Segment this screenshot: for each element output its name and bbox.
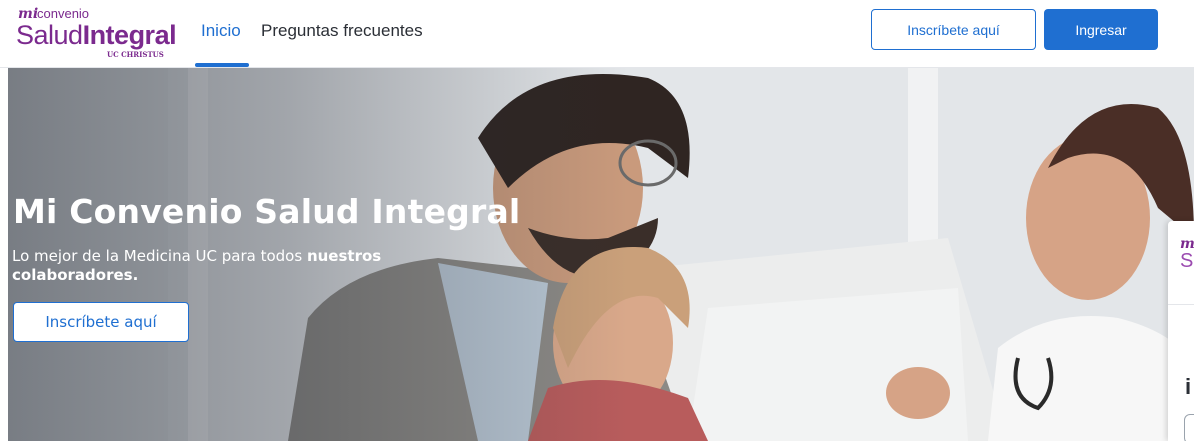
hero-enroll-button[interactable]: Inscríbete aquí: [13, 302, 189, 342]
hero-title: Mi Convenio Salud Integral: [13, 192, 521, 231]
logo-salud-text: Salud: [16, 20, 83, 50]
nav-active-indicator: [195, 63, 249, 67]
logo-uc-christus-text: UC CHRISTUS: [107, 50, 164, 59]
hero-subtitle-regular: Lo mejor de la Medicina UC para todos: [12, 247, 307, 265]
logo-mi-text: mi: [18, 6, 39, 22]
login-button[interactable]: Ingresar: [1044, 9, 1158, 50]
top-navbar: mi convenio SaludIntegral UC CHRISTUS In…: [0, 0, 1194, 68]
side-card-logo-mi: m: [1180, 236, 1194, 252]
logo-wordmark: SaludIntegral: [16, 20, 177, 50]
hero-subtitle: Lo mejor de la Medicina UC para todos nu…: [12, 247, 432, 285]
logo-integral-text: Integral: [82, 20, 177, 50]
logo-convenio-text: convenio: [37, 6, 90, 21]
side-card-logo-s: S: [1180, 250, 1194, 272]
side-card-input-field[interactable]: [1184, 414, 1194, 441]
side-card-heading: i: [1185, 374, 1192, 399]
side-card-divider: [1168, 304, 1194, 305]
hero-banner: Mi Convenio Salud Integral Lo mejor de l…: [8, 68, 1194, 441]
side-modal-card: m S i: [1168, 221, 1194, 441]
nav-item-inicio[interactable]: Inicio: [201, 20, 241, 42]
enroll-button[interactable]: Inscríbete aquí: [871, 9, 1036, 50]
nav-item-preguntas-frecuentes[interactable]: Preguntas frecuentes: [261, 20, 423, 42]
brand-logo[interactable]: mi convenio SaludIntegral UC CHRISTUS: [16, 6, 177, 62]
